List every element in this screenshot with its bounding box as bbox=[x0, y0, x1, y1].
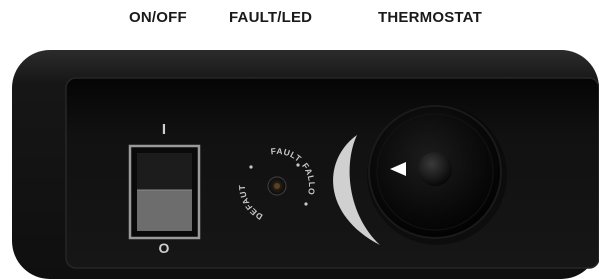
switch-lower-rocker bbox=[137, 190, 192, 231]
switch-upper-rocker bbox=[137, 153, 192, 190]
control-panel: I O FAULT FALLO DEFAUT bbox=[12, 50, 599, 279]
knob-center-cap bbox=[418, 152, 452, 186]
off-symbol: O bbox=[159, 240, 170, 256]
thermostat-knob[interactable] bbox=[367, 105, 507, 245]
on-off-switch[interactable] bbox=[128, 144, 201, 240]
on-symbol: I bbox=[162, 121, 166, 138]
